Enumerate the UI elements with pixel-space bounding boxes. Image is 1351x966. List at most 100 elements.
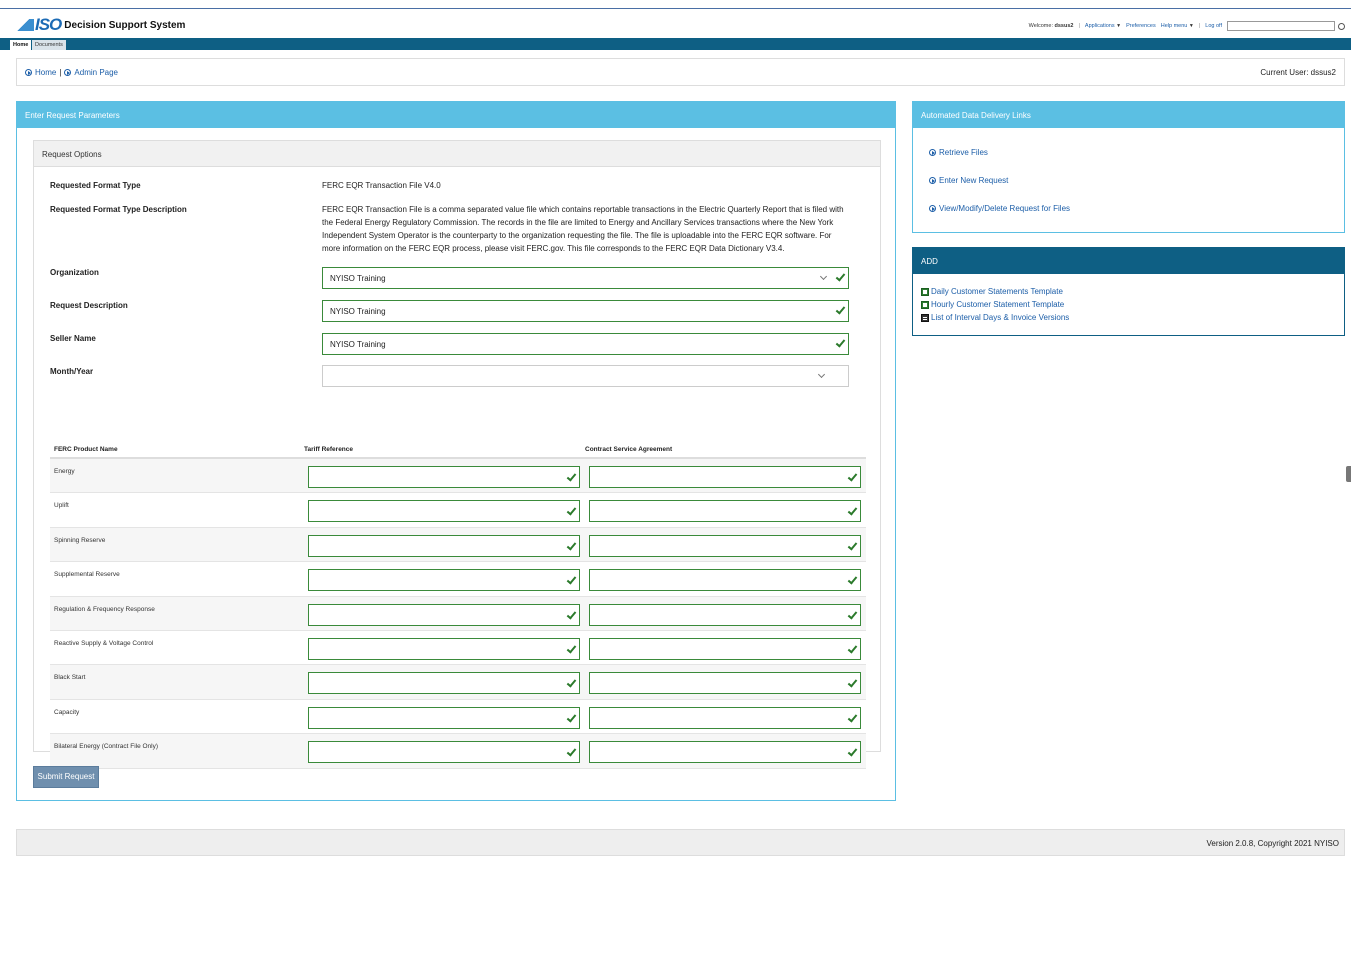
check-icon	[567, 542, 575, 550]
seller-label: Seller Name	[50, 334, 96, 343]
hourly-statement-link[interactable]: Hourly Customer Statement Template	[921, 300, 1064, 309]
check-icon	[567, 748, 575, 756]
table-row: Reactive Supply & Voltage Control	[50, 631, 866, 666]
tariff-reference-input[interactable]	[308, 741, 580, 764]
contract-agreement-input[interactable]	[589, 603, 861, 626]
document-file-icon	[921, 313, 929, 322]
nyiso-logo[interactable]: ISO Decision Support System	[16, 15, 185, 34]
circle-arrow-icon	[25, 69, 32, 76]
check-icon	[567, 473, 575, 481]
caret-down-icon: ▼	[1116, 23, 1122, 29]
contract-agreement-input[interactable]	[589, 672, 861, 695]
check-icon	[567, 679, 575, 687]
collapse-handle[interactable]	[1346, 466, 1351, 482]
enter-new-request-link[interactable]: Enter New Request	[929, 176, 1008, 185]
applications-menu[interactable]: Applications ▼	[1085, 23, 1121, 29]
contract-agreement-input[interactable]	[589, 500, 861, 523]
check-icon	[848, 473, 856, 481]
check-icon	[848, 679, 856, 687]
tariff-reference-input[interactable]	[308, 637, 580, 660]
search-input[interactable]	[1227, 21, 1335, 31]
panel-title: Enter Request Parameters	[17, 102, 895, 128]
tariff-reference-input[interactable]	[308, 500, 580, 523]
format-desc-label: Requested Format Type Description	[50, 205, 187, 214]
circle-arrow-icon	[929, 177, 936, 184]
product-name: Black Start	[54, 674, 86, 682]
breadcrumb-admin[interactable]: Admin Page	[74, 68, 118, 77]
check-icon	[567, 507, 575, 515]
format-type-value: FERC EQR Transaction File V4.0	[322, 181, 441, 190]
request-parameters-panel: Enter Request Parameters Request Options…	[16, 101, 896, 801]
logo-text: ISO	[35, 15, 62, 34]
tab-documents[interactable]: Documents	[32, 40, 66, 50]
check-icon	[836, 273, 844, 281]
tariff-reference-input[interactable]	[308, 569, 580, 592]
interval-days-link[interactable]: List of Interval Days & Invoice Versions	[921, 313, 1069, 322]
chevron-down-icon	[819, 272, 828, 281]
check-icon	[848, 611, 856, 619]
add-panel-title: ADD	[913, 248, 1344, 274]
welcome-text: Welcome: dssus2	[1028, 23, 1074, 29]
contract-agreement-input[interactable]	[589, 534, 861, 557]
tariff-reference-input[interactable]	[308, 534, 580, 557]
header-tariff: Tariff Reference	[304, 446, 354, 453]
check-icon	[848, 507, 856, 515]
state-outline-icon	[16, 19, 34, 31]
table-row: Black Start	[50, 665, 866, 700]
retrieve-files-link[interactable]: Retrieve Files	[929, 148, 988, 157]
contract-agreement-input[interactable]	[589, 569, 861, 592]
seller-input[interactable]: NYISO Training	[322, 333, 849, 355]
circle-arrow-icon	[929, 205, 936, 212]
table-row: Spinning Reserve	[50, 527, 866, 563]
request-options-title: Request Options	[34, 141, 880, 167]
main-nav: Home Documents	[0, 38, 1351, 50]
tariff-reference-input[interactable]	[308, 706, 580, 729]
table-row: Bilateral Energy (Contract File Only)	[50, 734, 866, 769]
automated-links-panel: Automated Data Delivery Links Retrieve F…	[912, 101, 1345, 233]
request-options-box: Request Options Requested Format Type FE…	[33, 140, 881, 769]
tariff-reference-input[interactable]	[308, 466, 580, 488]
view-modify-delete-link[interactable]: View/Modify/Delete Request for Files	[929, 204, 1070, 213]
excel-file-icon	[921, 287, 929, 296]
seller-value: NYISO Training	[330, 340, 386, 349]
product-name: Supplemental Reserve	[54, 571, 120, 579]
tariff-reference-input[interactable]	[308, 672, 580, 695]
preferences-link[interactable]: Preferences	[1126, 23, 1156, 29]
product-name: Regulation & Frequency Response	[54, 605, 155, 613]
contract-agreement-input[interactable]	[589, 466, 861, 488]
organization-value: NYISO Training	[330, 274, 386, 283]
submit-request-button[interactable]: Submit Request	[33, 766, 99, 788]
table-row: Energy	[50, 459, 866, 494]
organization-select[interactable]: NYISO Training	[322, 267, 849, 289]
product-name: Energy	[54, 468, 75, 475]
automated-links-title: Automated Data Delivery Links	[913, 102, 1344, 128]
month-year-select[interactable]	[322, 365, 849, 387]
format-type-label: Requested Format Type	[50, 181, 141, 190]
log-off-link[interactable]: Log off	[1205, 23, 1222, 29]
help-menu[interactable]: Help menu ▼	[1161, 23, 1194, 29]
header-product-name: FERC Product Name	[54, 446, 118, 453]
breadcrumb-home[interactable]: Home	[35, 68, 56, 77]
excel-file-icon	[921, 300, 929, 309]
contract-agreement-input[interactable]	[589, 741, 861, 764]
search-icon[interactable]	[1338, 22, 1345, 30]
product-name: Spinning Reserve	[54, 536, 106, 544]
check-icon	[848, 748, 856, 756]
user-menu: Welcome: dssus2 | Applications ▼ Prefere…	[1029, 21, 1345, 31]
tab-home[interactable]: Home	[10, 40, 32, 50]
table-row: Regulation & Frequency Response	[50, 596, 866, 631]
circle-arrow-icon	[64, 69, 72, 76]
request-desc-value: NYISO Training	[330, 307, 386, 316]
contract-agreement-input[interactable]	[589, 637, 861, 660]
check-icon	[848, 576, 856, 584]
product-name: Capacity	[54, 708, 80, 716]
daily-statements-link[interactable]: Daily Customer Statements Template	[921, 287, 1063, 296]
product-name: Reactive Supply & Voltage Control	[54, 639, 154, 647]
product-name: Bilateral Energy (Contract File Only)	[54, 743, 159, 751]
caret-down-icon: ▼	[1188, 23, 1194, 29]
check-icon	[567, 576, 575, 584]
request-desc-input[interactable]: NYISO Training	[322, 300, 849, 322]
table-row: Uplift	[50, 493, 866, 528]
contract-agreement-input[interactable]	[589, 706, 861, 729]
tariff-reference-input[interactable]	[308, 603, 580, 626]
